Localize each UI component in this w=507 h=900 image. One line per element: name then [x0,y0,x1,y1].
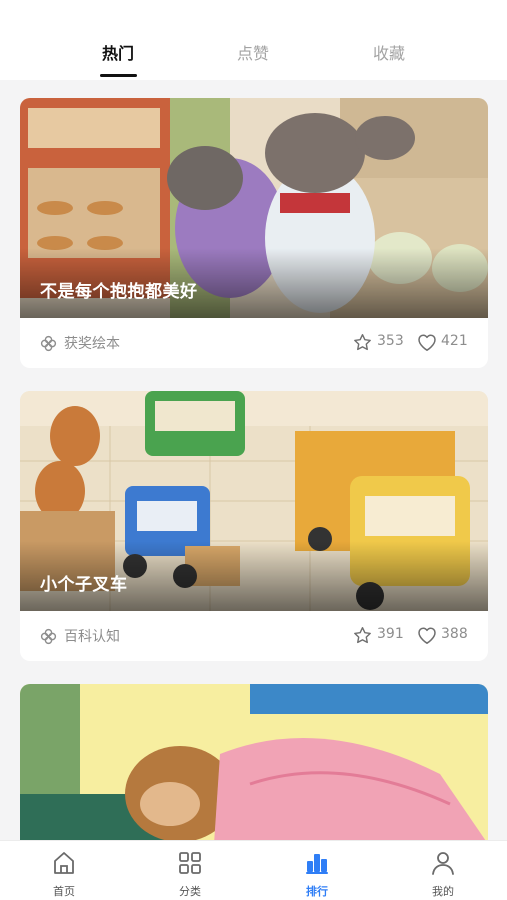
book-category: 获奖绘本 [64,336,120,352]
tab-liked[interactable]: 点赞 [213,40,293,70]
book-title: 小个子叉车 [40,575,128,595]
nav-mine-label: 我的 [432,885,454,898]
like-count: 421 [441,333,468,349]
heart-icon[interactable] [417,626,437,645]
nav-home-label: 首页 [53,885,75,898]
active-tab-indicator [100,74,137,77]
nav-ranking-label: 排行 [306,885,328,898]
nav-home[interactable]: 首页 [24,841,104,900]
star-count: 353 [377,333,404,349]
star-icon[interactable] [353,626,372,645]
tab-favorites[interactable]: 收藏 [349,40,429,70]
star-icon[interactable] [353,333,372,352]
nav-ranking[interactable]: 排行 [277,841,357,900]
clover-icon [40,335,57,352]
book-meta: 百科认知 391 388 [20,611,488,661]
book-cover-image: 小个子叉车 [20,391,488,611]
book-cover-image: 不是每个抱抱都美好 [20,98,488,318]
book-card[interactable]: 小个子叉车 百科认知 391 388 [20,391,488,661]
book-meta: 获奖绘本 353 421 [20,318,488,368]
tab-hot[interactable]: 热门 [78,40,158,70]
grid-icon [179,852,201,874]
like-count: 388 [441,626,468,642]
ranking-icon [306,854,328,874]
book-card[interactable]: 不是每个抱抱都美好 获奖绘本 353 421 [20,98,488,368]
user-icon [432,852,454,875]
nav-mine[interactable]: 我的 [403,841,483,900]
heart-icon[interactable] [417,333,437,352]
star-count: 391 [377,626,404,642]
top-tab-bar: 热门 点赞 收藏 [0,0,507,80]
book-cover-image [20,684,488,854]
book-category: 百科认知 [64,629,120,645]
nav-category[interactable]: 分类 [150,841,230,900]
book-title: 不是每个抱抱都美好 [40,282,198,302]
nav-category-label: 分类 [179,885,201,898]
clover-icon [40,628,57,645]
book-card[interactable] [20,684,488,854]
home-icon [54,852,74,874]
bottom-nav-bar: 首页 分类 排行 我的 [0,840,507,900]
